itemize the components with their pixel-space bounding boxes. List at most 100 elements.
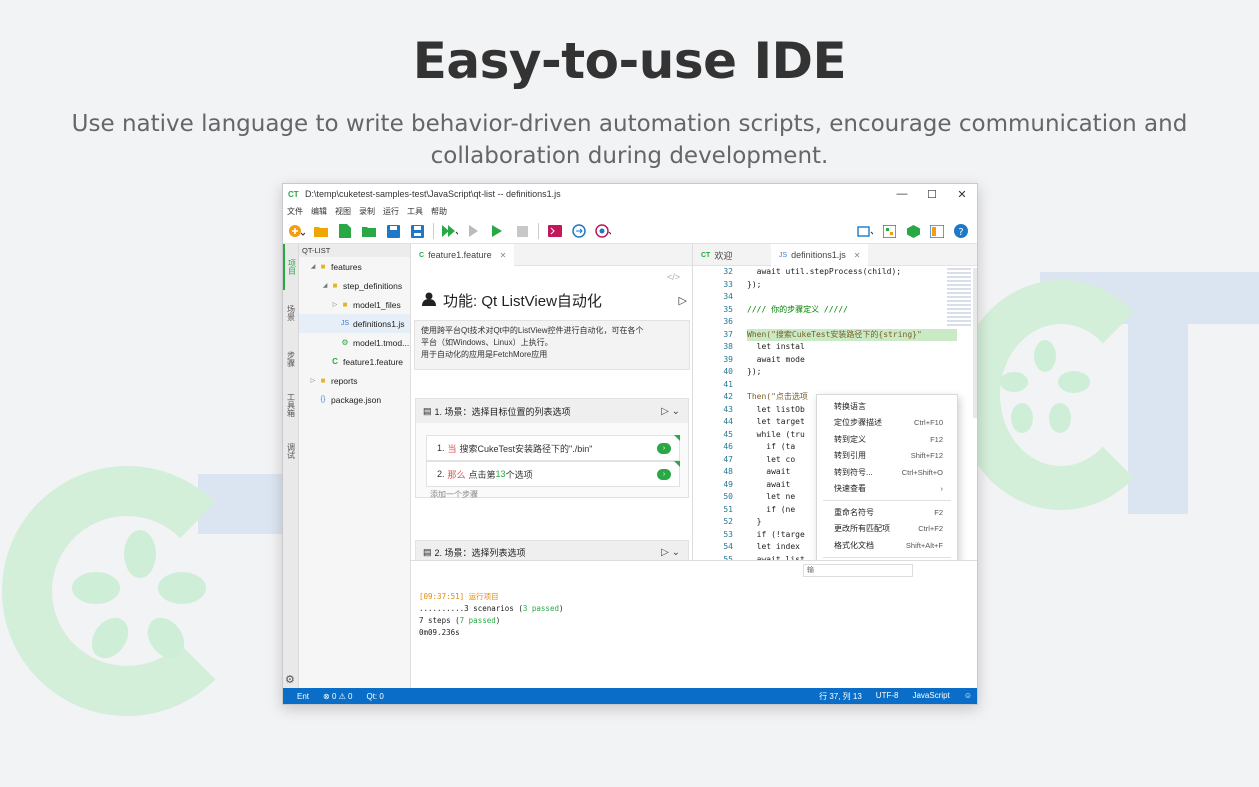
menu-run[interactable]: 运行 [383, 206, 399, 217]
run-all-icon[interactable] [442, 223, 458, 239]
description-line: 用于自动化的应用是FetchMore应用 [421, 350, 548, 359]
scenario-controls[interactable]: ▷ ⌄ [661, 406, 680, 417]
line-number: 35 [723, 304, 733, 314]
scenario-header[interactable]: ▤ 1. 场景：选择目标位置的列表选项 ▷ ⌄ [416, 399, 688, 423]
line-number: 36 [723, 317, 733, 326]
code-line: await util.stepProcess(child); [747, 267, 902, 276]
open-folder-icon[interactable] [313, 223, 329, 239]
activity-project[interactable]: 项目 [283, 244, 299, 290]
tree-item-features[interactable]: ◢ ■ features [299, 257, 410, 276]
add-step-link[interactable]: 添加一个步骤 [430, 489, 478, 500]
folder-icon: ■ [332, 281, 338, 290]
scenario-controls[interactable]: ▷ ⌄ [661, 547, 680, 558]
close-tab-icon[interactable]: ✕ [854, 251, 861, 260]
menu-item-shortcut: Ctrl+F2 [918, 524, 943, 534]
context-menu-item[interactable]: 重命名符号 F2 [817, 504, 957, 521]
step-row[interactable]: 1. 当 搜索CukeTest安装路径下的"./bin" › [426, 435, 680, 461]
expanded-chevron-icon[interactable]: ◢ [321, 282, 329, 289]
status-language[interactable]: JavaScript [912, 691, 949, 702]
expanded-chevron-icon[interactable]: ◢ [309, 263, 317, 270]
layout-icon[interactable] [929, 223, 945, 239]
status-cursor-position[interactable]: 行 37, 列 13 [819, 691, 862, 702]
status-qt[interactable]: Qt: 0 [366, 692, 383, 701]
go-to-definition-icon[interactable]: › [657, 443, 671, 454]
menu-tools[interactable]: 工具 [407, 206, 423, 217]
code-view-icon[interactable]: </> [667, 272, 680, 282]
tree-item-feature1-feature[interactable]: C feature1.feature [299, 352, 410, 371]
close-tab-icon[interactable]: ✕ [500, 251, 507, 260]
go-to-definition-icon[interactable]: › [657, 469, 671, 480]
context-menu-item[interactable]: 转到引用 Shift+F12 [817, 448, 957, 465]
feature-file-icon: C [332, 357, 338, 366]
target-icon[interactable] [595, 223, 611, 239]
tree-item-definitions1-js[interactable]: JS definitions1.js [299, 314, 410, 333]
activity-toolbox[interactable]: 工具箱 [283, 382, 299, 428]
help-icon[interactable]: ? [953, 223, 969, 239]
maximize-button[interactable]: ☐ [917, 188, 947, 201]
menu-item-shortcut: › [940, 484, 944, 494]
vertical-scrollbar[interactable] [973, 268, 977, 418]
new-project-icon[interactable] [289, 223, 305, 239]
stop-icon[interactable] [514, 223, 530, 239]
status-ent[interactable]: Ent [297, 692, 309, 701]
run-icon[interactable] [490, 223, 506, 239]
collapsed-chevron-icon[interactable]: ▷ [309, 377, 317, 384]
run-feature-icon[interactable]: ▷ [679, 294, 687, 307]
menu-edit[interactable]: 编辑 [311, 206, 327, 217]
context-menu-item[interactable]: 转换语言 [817, 398, 957, 415]
menu-item-shortcut: Shift+F12 [910, 451, 943, 461]
tree-item-label: package.json [331, 394, 382, 405]
scenario-header[interactable]: ▤ 2. 场景：选择列表选项 ▷ ⌄ [415, 540, 689, 560]
menu-item-shortcut: Shift+Alt+F [905, 540, 943, 550]
settings-gear-icon[interactable]: ⚙ [285, 673, 295, 686]
tree-item-reports[interactable]: ▷ ■ reports [299, 371, 410, 390]
line-number: 34 [723, 292, 733, 301]
context-menu-item[interactable]: 转到符号... Ctrl+Shift+O [817, 464, 957, 481]
menu-record[interactable]: 录制 [359, 206, 375, 217]
step-row[interactable]: 2. 那么 点击第 13 个选项 › [426, 461, 680, 487]
terminal-icon[interactable] [547, 223, 563, 239]
title-bar: CT D:\temp\cuketest-samples-test\JavaScr… [283, 184, 977, 204]
model-file-icon: ⚙ [341, 338, 349, 347]
tab-definitions1-js[interactable]: JS definitions1.js ✕ [771, 244, 869, 266]
tab-feature1-feature[interactable]: C feature1.feature ✕ [411, 244, 515, 266]
activity-debug[interactable]: 调试 [283, 428, 299, 474]
tree-item-model1-files[interactable]: ▷ ■ model1_files [299, 295, 410, 314]
minimap[interactable] [947, 268, 971, 328]
navigate-icon[interactable] [571, 223, 587, 239]
model-manager-icon[interactable] [881, 223, 897, 239]
context-menu-item[interactable]: 转到定义 F12 [817, 431, 957, 448]
new-file-icon[interactable] [337, 223, 353, 239]
close-window-button[interactable]: ✕ [947, 188, 977, 201]
activity-scenario[interactable]: 场景 [283, 290, 299, 336]
status-problems[interactable]: ⊗ 0 ⚠ 0 [323, 692, 352, 701]
save-all-icon[interactable] [409, 223, 425, 239]
status-encoding[interactable]: UTF-8 [876, 691, 899, 702]
collapsed-chevron-icon[interactable]: ▷ [331, 301, 339, 308]
tree-item-step-definitions[interactable]: ◢ ■ step_definitions [299, 276, 410, 295]
tab-welcome[interactable]: CT 欢迎 [693, 244, 771, 266]
record-icon[interactable] [857, 223, 873, 239]
package-icon[interactable] [905, 223, 921, 239]
context-menu-item[interactable]: 格式化文档 Shift+Alt+F [817, 537, 957, 554]
feature-description[interactable]: 使用跨平台Qt技术对Qt中的ListView控件进行自动化，可在各个 平台（如W… [414, 320, 690, 370]
context-menu-item[interactable]: 更改所有匹配项 Ctrl+F2 [817, 521, 957, 538]
activity-steps[interactable]: 步骤 [283, 336, 299, 382]
tree-item-model1-tmodel[interactable]: ⚙ model1.tmod... [299, 333, 410, 352]
tree-item-package-json[interactable]: {} package.json [299, 390, 410, 409]
step-number: 2. [437, 469, 445, 479]
save-icon[interactable] [385, 223, 401, 239]
step-icon[interactable] [466, 223, 482, 239]
menu-help[interactable]: 帮助 [431, 206, 447, 217]
open-file-icon[interactable] [361, 223, 377, 239]
context-menu-item[interactable]: 快速查看 › [817, 481, 957, 498]
menu-view[interactable]: 视图 [335, 206, 351, 217]
context-menu-item[interactable]: 定位步骤描述 Ctrl+F10 [817, 415, 957, 432]
menu-file[interactable]: 文件 [287, 206, 303, 217]
js-file-icon: JS [779, 251, 788, 259]
minimize-button[interactable]: — [887, 188, 917, 200]
code-line: }); [747, 367, 762, 376]
feedback-smiley-icon[interactable]: ☺ [964, 691, 972, 702]
output-filter-input[interactable]: 输 [803, 564, 913, 577]
